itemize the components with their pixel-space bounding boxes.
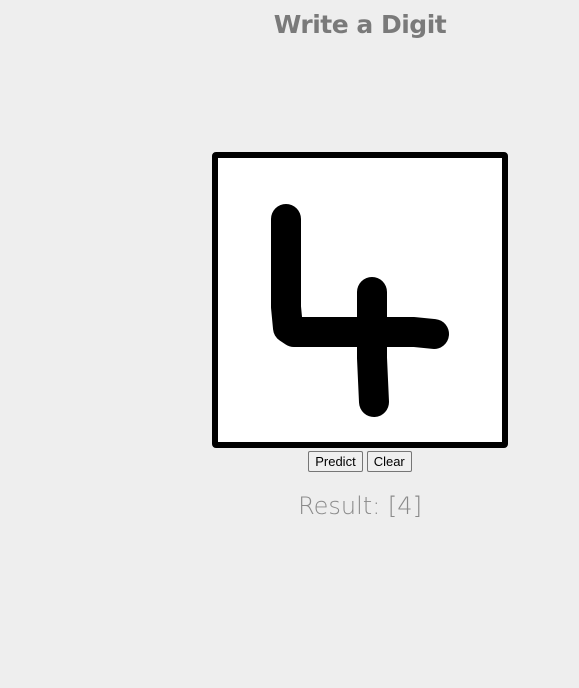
predict-button[interactable]: Predict [308,451,363,472]
stroke-vertical-right [357,277,389,417]
result-text: Result: [4] [298,492,422,520]
page-title: Write a Digit [273,10,447,39]
clear-button[interactable]: Clear [366,451,412,472]
digit-strokes [271,204,449,417]
button-row: Predict Clear [0,451,579,472]
drawing-canvas[interactable] [212,152,508,448]
